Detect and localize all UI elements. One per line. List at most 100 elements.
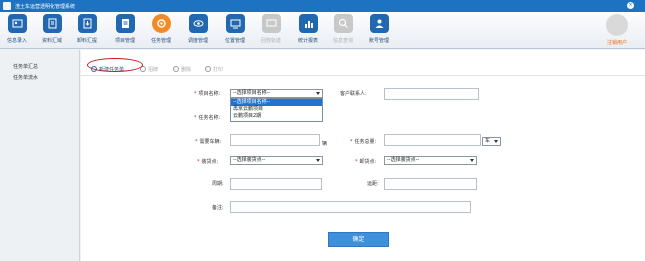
toolbar-item-account-management[interactable]: 账号管理 (362, 14, 396, 47)
pencil-icon (42, 14, 62, 33)
toolbar-item-label: 项目管理 (114, 38, 135, 44)
close-icon[interactable]: × (627, 2, 634, 9)
toolbar-item-info-entry[interactable]: 信息录入 (0, 14, 34, 47)
toolbar-item-location-management[interactable]: 位置管理 (218, 14, 252, 47)
remark-input[interactable] (230, 201, 471, 213)
toolbar-item-data-summary[interactable]: 资料汇域 (35, 14, 69, 47)
required-mark: * (195, 139, 198, 145)
toolbar-item-label: 回放轨迹 (260, 38, 281, 44)
unloading-point-select[interactable]: --选择装货点-- (384, 156, 477, 165)
project-name-select[interactable]: --选择项目名称-- (230, 89, 323, 98)
app-title: 渣土车运营透明化管理系统 (15, 3, 76, 10)
customer-contact-input[interactable] (384, 88, 479, 100)
label-text: 任务总量: (354, 139, 377, 145)
tab-label: 打印 (213, 66, 224, 73)
distance-input[interactable] (384, 178, 477, 190)
project-name-dropdown: --选择项目名称-- 再京云鹏项目 云鹏项目2期 (230, 98, 323, 122)
toolbar-item-label: 账号管理 (368, 38, 389, 44)
cycle-label: 周期: (212, 181, 224, 187)
toolbar-item-label: 资料汇域 (41, 38, 62, 44)
label-text: 项目名称: (198, 91, 221, 97)
monitor-icon (225, 14, 245, 33)
tab-label: 删除 (181, 66, 192, 73)
customer-contact-label: 客户联系人: (340, 91, 367, 97)
chevron-down-icon (316, 159, 320, 162)
chevron-down-icon (494, 140, 498, 143)
label-text: 装货点: (201, 159, 219, 165)
download-icon (77, 14, 97, 33)
action-tabs: 新建任务单 招牌 删除 打印 (81, 62, 645, 76)
sidebar-item-task-flow[interactable]: 任务单流水 (0, 73, 79, 84)
toolbar-item-label: 信息录入 (6, 38, 27, 44)
toolbar-item-info-query: 信息查询 (326, 14, 360, 47)
document-icon (115, 14, 135, 33)
label-text: 卸货点: (359, 159, 377, 165)
toolbar-item-label: 信息查询 (332, 38, 353, 44)
eye-icon (188, 14, 208, 33)
toolbar-item-task-management[interactable]: 任务管理 (144, 14, 178, 47)
task-total-input[interactable] (384, 134, 481, 146)
dropdown-option[interactable]: 再京云鹏项目 (231, 106, 322, 113)
app-logo-icon (3, 2, 11, 10)
tab-print[interactable]: 打印 (205, 64, 223, 74)
select-value: --选择装货点-- (387, 157, 420, 163)
screen-icon (261, 14, 281, 33)
radio-icon (173, 66, 179, 72)
confirm-button[interactable]: 确定 (328, 232, 389, 247)
required-mark: * (197, 159, 200, 165)
toolbar-item-unload-summary[interactable]: 卸料汇提 (70, 14, 104, 47)
chevron-down-icon (316, 92, 320, 95)
main-toolbar: 信息录入 资料汇域 卸料汇提 项目管理 任务管理 调度管理 位置管理 回放轨迹 … (0, 12, 645, 49)
select-value: --选择装货点-- (233, 157, 266, 163)
toolbar-item-label: 统计报表 (297, 38, 318, 44)
bar-chart-icon (298, 14, 318, 33)
vehicles-needed-label: * 需要车辆: (195, 138, 221, 145)
required-mark: * (350, 139, 353, 145)
title-bar: 渣土车运营透明化管理系统 × (0, 0, 645, 12)
label-text: 需要车辆: (199, 139, 222, 145)
select-value: 车 (485, 138, 491, 144)
required-mark: * (194, 115, 197, 121)
dropdown-option[interactable]: --选择项目名称-- (231, 99, 322, 106)
loading-point-label: * 装货点: (197, 158, 218, 165)
highlight-ring (87, 58, 143, 72)
unloading-point-label: * 卸货点: (355, 158, 376, 165)
toolbar-item-label: 任务管理 (150, 38, 171, 44)
vehicles-needed-input[interactable] (230, 134, 320, 146)
toolbar-item-track-playback: 回放轨迹 (254, 14, 288, 47)
label-text: 任务名称: (198, 115, 221, 121)
project-name-label: * 项目名称: (194, 90, 220, 97)
cycle-input[interactable] (230, 178, 322, 190)
avatar (606, 14, 628, 36)
toolbar-item-statistics-report[interactable]: 统计报表 (291, 14, 325, 47)
user-area: 注销用户 (603, 14, 631, 46)
required-mark: * (355, 159, 358, 165)
task-total-unit-select[interactable]: 车 (482, 137, 501, 146)
task-total-label: * 任务总量: (350, 138, 376, 145)
remark-label: 备注: (212, 205, 224, 211)
sidebar-item-task-summary[interactable]: 任务单汇总 (0, 62, 79, 73)
toolbar-item-project-management[interactable]: 项目管理 (108, 14, 142, 47)
sidebar: 任务单汇总 任务单流水 (0, 50, 80, 261)
loading-point-select[interactable]: --选择装货点-- (230, 156, 323, 165)
chevron-down-icon (470, 159, 474, 162)
id-card-icon (7, 14, 27, 33)
user-icon (369, 14, 389, 33)
tab-label: 招牌 (148, 66, 159, 73)
radio-icon (205, 66, 211, 72)
tab-delete[interactable]: 删除 (173, 64, 191, 74)
required-mark: * (194, 91, 197, 97)
toolbar-item-label: 调度管理 (187, 38, 208, 44)
gear-icon (151, 14, 171, 33)
search-icon (333, 14, 353, 33)
dropdown-option[interactable]: 云鹏项目2期 (231, 113, 322, 120)
task-name-label: * 任务名称: (194, 114, 220, 121)
logout-link[interactable]: 注销用户 (603, 39, 631, 46)
vehicles-unit: 辆 (322, 141, 328, 147)
select-value: --选择项目名称-- (233, 90, 271, 96)
toolbar-item-label: 位置管理 (224, 38, 245, 44)
toolbar-item-dispatch-management[interactable]: 调度管理 (181, 14, 215, 47)
distance-label: 运距: (367, 181, 379, 187)
main-content: 新建任务单 招牌 删除 打印 (81, 50, 645, 261)
toolbar-item-label: 卸料汇提 (76, 38, 97, 44)
